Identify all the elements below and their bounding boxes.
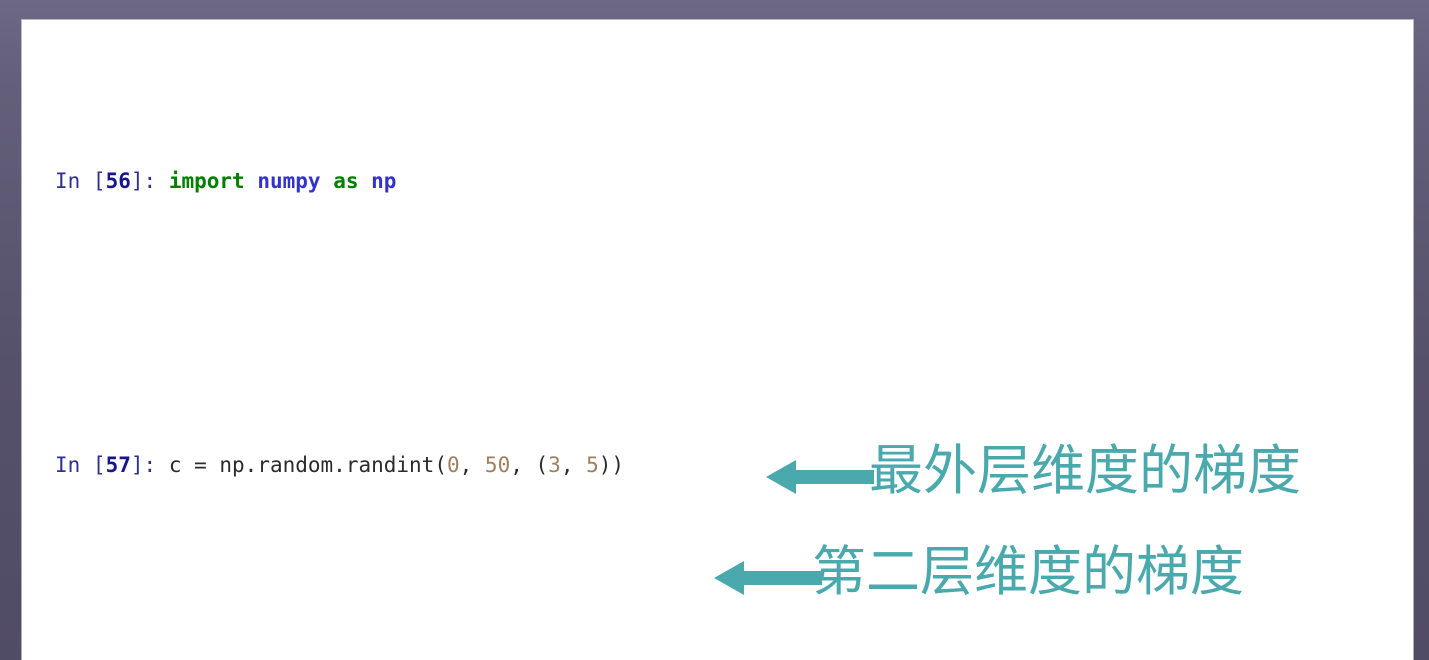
token-randint-call: c = np.random.randint( (168, 452, 447, 477)
left-arrow-icon (766, 460, 874, 494)
token-as-keyword: as (333, 169, 359, 193)
token-np-alias: np (371, 169, 397, 193)
console-cell-56: In [56]: import numpy as np (55, 166, 637, 198)
annotation-second-dimension: 第二层维度的梯度 (812, 540, 1244, 603)
input-prompt-57: In [57]: (55, 452, 169, 477)
token-numpy-module: numpy (257, 169, 321, 193)
slide-frame: In [56]: import numpy as np In [57]: c =… (0, 0, 1429, 660)
token-shape-cols: 5 (586, 452, 599, 477)
token-shape-rows: 3 (548, 452, 561, 477)
ipython-console-panel: In [56]: import numpy as np In [57]: c =… (22, 20, 1413, 660)
console-transcript: In [56]: import numpy as np In [57]: c =… (55, 40, 637, 660)
token-high-value: 50 (484, 452, 511, 477)
left-arrow-icon (714, 561, 822, 595)
input-prompt-number-57: 57 (105, 452, 131, 477)
input-prompt-56: In [56]: (55, 169, 169, 193)
annotation-outer-dimension: 最外层维度的梯度 (869, 439, 1301, 502)
token-low-value: 0 (446, 452, 460, 477)
input-prompt-number-56: 56 (105, 169, 131, 193)
code-line-57[interactable]: c = np.random.randint(0, 50, (3, 5)) (169, 453, 624, 477)
token-import-keyword: import (168, 169, 245, 193)
code-line-56[interactable]: import numpy as np (169, 169, 397, 193)
console-cell-57: In [57]: c = np.random.randint(0, 50, (3… (55, 450, 637, 482)
